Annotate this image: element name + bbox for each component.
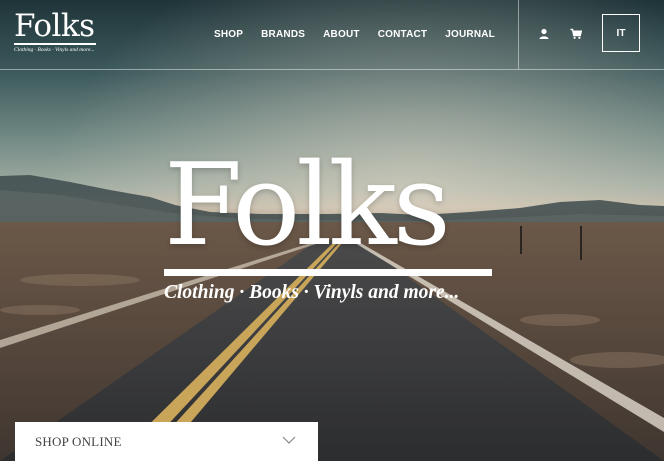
hero-background: Folks Clothing · Books · Vinyls and more… — [0, 0, 664, 461]
chevron-down-icon[interactable] — [282, 436, 296, 445]
header-divider — [518, 0, 519, 69]
nav-item-brands[interactable]: BRANDS — [261, 29, 305, 40]
site-header: Folks Clothing · Books · Vinyls and more… — [0, 0, 664, 70]
hero-brand: Folks Clothing · Books · Vinyls and more… — [164, 145, 494, 304]
cart-icon[interactable] — [570, 28, 582, 40]
nav-item-shop[interactable]: SHOP — [214, 29, 243, 40]
language-switch-button[interactable]: IT — [602, 14, 640, 52]
shop-online-label: SHOP ONLINE — [35, 434, 122, 449]
nav-item-about[interactable]: ABOUT — [323, 29, 360, 40]
main-nav: SHOP BRANDS ABOUT CONTACT JOURNAL — [205, 29, 504, 40]
site-logo[interactable]: Folks Clothing · Books · Vinyls and more… — [14, 10, 96, 53]
hero-title: Folks — [164, 139, 451, 271]
nav-item-journal[interactable]: JOURNAL — [445, 29, 495, 40]
user-icon[interactable] — [538, 28, 550, 40]
logo-subtitle: Clothing · Books · Vinyls and more... — [14, 47, 95, 53]
nav-item-contact[interactable]: CONTACT — [378, 29, 428, 40]
hero-tagline: Clothing · Books · Vinyls and more... — [164, 282, 460, 303]
logo-title: Folks — [14, 8, 95, 44]
shop-online-dropdown[interactable]: SHOP ONLINE — [15, 422, 318, 461]
